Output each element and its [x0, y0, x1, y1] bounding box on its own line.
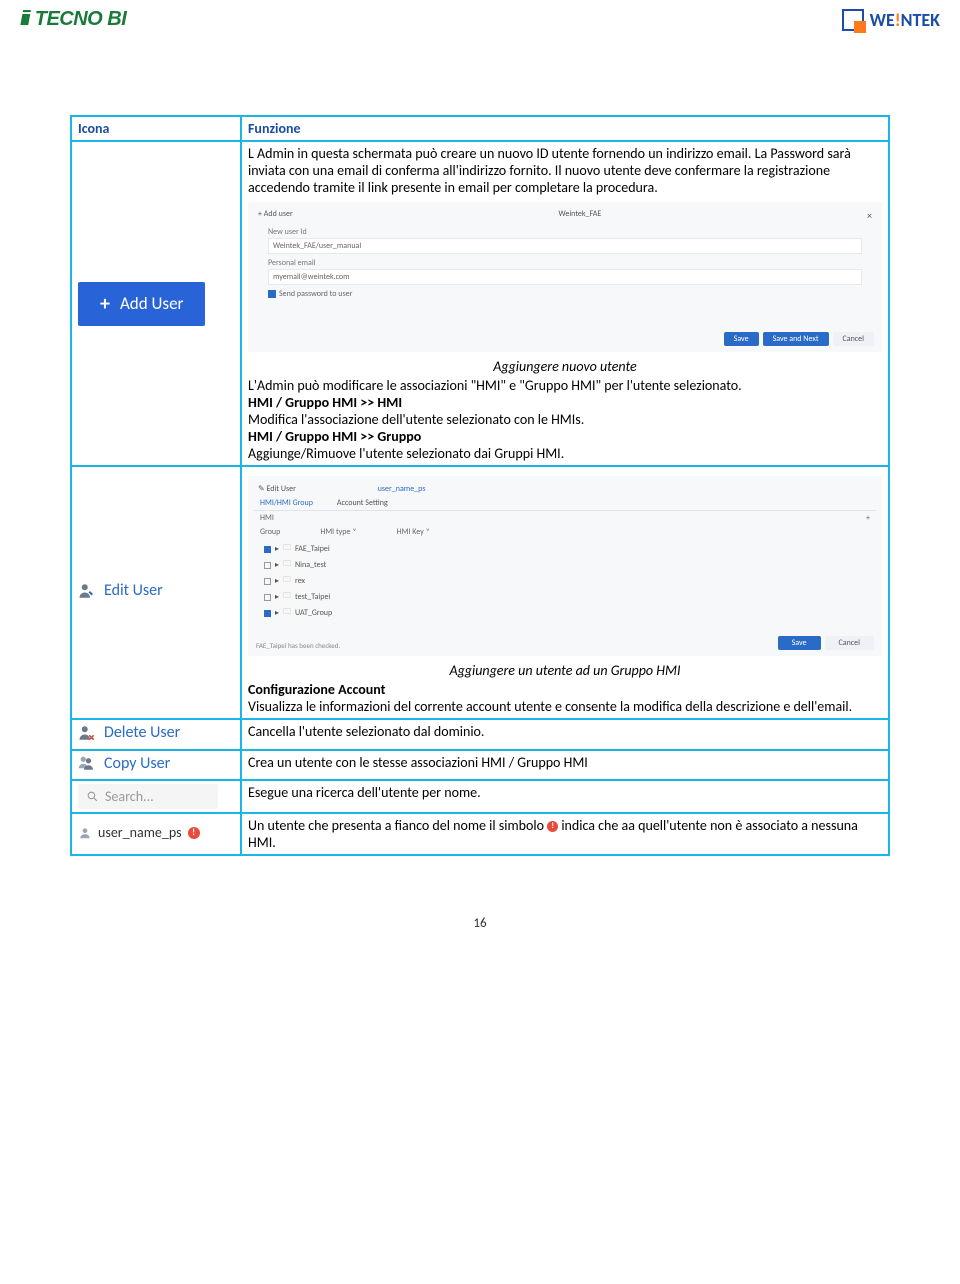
col-group: Group	[260, 527, 280, 537]
table-row: Edit User ✎ Edit User user_name_ps HMI/H…	[71, 466, 889, 719]
page-number: 16	[0, 896, 960, 941]
edit-desc-line2: Modifica l'associazione dell'utente sele…	[248, 411, 882, 428]
table-row: Delete User Cancella l'utente selezionat…	[71, 719, 889, 750]
delete-user-label: Delete User	[104, 723, 180, 742]
page-header: iii TECNO BI WE!NTEK	[0, 0, 960, 35]
func-cell-search: Esegue una ricerca dell'utente per nome.	[241, 780, 889, 813]
warning-icon-inline: !	[547, 821, 558, 832]
copy-user-label: Copy User	[104, 754, 170, 773]
list-item[interactable]: ▸🗀UAT_Group	[264, 605, 866, 621]
edit-desc-h2: HMI / Gruppo HMI >> Gruppo	[248, 428, 882, 445]
section-hmi: HMI	[260, 513, 274, 523]
close-icon[interactable]: ×	[867, 209, 872, 222]
add-hmi-icon[interactable]: +	[866, 513, 870, 523]
search-icon	[86, 790, 99, 803]
dialog-edit-username: user_name_ps	[378, 484, 426, 494]
list-item[interactable]: ▸🗀FAE_Taipei	[264, 541, 866, 557]
edit-user-dialog-preview: ✎ Edit User user_name_ps HMI/HMI Group A…	[248, 476, 882, 656]
weintek-square-icon	[842, 9, 864, 31]
icon-cell-delete-user: Delete User	[71, 719, 241, 750]
func-cell-delete: Cancella l'utente selezionato dal domini…	[241, 719, 889, 750]
user-edit-icon	[78, 582, 96, 600]
edit-desc-h1: HMI / Gruppo HMI >> HMI	[248, 394, 882, 411]
logo-tecnobi: iii TECNO BI	[20, 8, 126, 31]
label-email: Personal email	[268, 258, 876, 268]
list-item[interactable]: ▸🗀rex	[264, 573, 866, 589]
user-entry-warning[interactable]: user_name_ps !	[78, 824, 200, 841]
icon-cell-add-user: + Add User	[71, 141, 241, 466]
save-button[interactable]: Save	[778, 636, 821, 650]
icon-cell-copy-user: Copy User	[71, 750, 241, 781]
copy-user-button[interactable]: Copy User	[78, 754, 170, 773]
dialog-title: + Add user	[258, 209, 293, 222]
add-user-button[interactable]: + Add User	[78, 282, 205, 326]
list-item[interactable]: ▸🗀Nina_test	[264, 557, 866, 573]
search-input[interactable]: Search...	[78, 784, 218, 809]
header-funzione: Funzione	[241, 116, 889, 141]
save-next-button[interactable]: Save and Next	[763, 332, 829, 346]
user-delete-icon	[78, 724, 96, 742]
list-item[interactable]: ▸🗀test_Taipei	[264, 589, 866, 605]
table-row: Search... Esegue una ricerca dell'utente…	[71, 780, 889, 813]
edit-desc-line3: Aggiunge/Rimuove l'utente selezionato da…	[248, 445, 882, 462]
input-email[interactable]: myemail@weintek.com	[268, 269, 862, 285]
edit-user-label: Edit User	[104, 581, 163, 600]
status-text: FAE_Taipei has been checked.	[256, 641, 340, 650]
user-copy-icon	[78, 754, 96, 772]
checkbox-icon	[268, 290, 276, 298]
user-name: user_name_ps	[98, 824, 182, 841]
cancel-button[interactable]: Cancel	[833, 332, 875, 346]
warning-icon: !	[188, 827, 200, 839]
icon-cell-search: Search...	[71, 780, 241, 813]
func-cell-user-warn: Un utente che presenta a fianco del nome…	[241, 813, 889, 855]
header-icona: Icona	[71, 116, 241, 141]
dialog-context: Weintek_FAE	[559, 209, 602, 222]
edit-user-button[interactable]: Edit User	[78, 581, 163, 600]
account-config-head: Configurazione Account	[248, 681, 882, 698]
checkbox-send-password[interactable]: Send password to user	[268, 289, 862, 299]
group-list: ▸🗀FAE_Taipei ▸🗀Nina_test ▸🗀rex ▸🗀test_Ta…	[254, 539, 876, 623]
cancel-button[interactable]: Cancel	[825, 636, 875, 650]
add-user-dialog-preview: + Add user Weintek_FAE × New user Id Wei…	[248, 202, 882, 352]
edit-desc-line1: L'Admin può modificare le associazioni "…	[248, 377, 882, 394]
icon-cell-user-warn: user_name_ps !	[71, 813, 241, 855]
input-new-user[interactable]: Weintek_FAE/user_manual	[268, 238, 862, 254]
func-cell-edit-user: ✎ Edit User user_name_ps HMI/HMI Group A…	[241, 466, 889, 719]
table-header-row: Icona Funzione	[71, 116, 889, 141]
tab-hmi-group[interactable]: HMI/HMI Group	[260, 498, 313, 508]
icon-cell-edit-user: Edit User	[71, 466, 241, 719]
function-table: Icona Funzione + Add User L Admin in que…	[70, 115, 890, 856]
func-cell-add-user: L Admin in questa schermata può creare u…	[241, 141, 889, 466]
col-hmi-type[interactable]: HMI type ˅	[320, 527, 356, 537]
account-config-desc: Visualizza le informazioni del corrente …	[248, 698, 882, 715]
func-cell-copy: Crea un utente con le stesse associazion…	[241, 750, 889, 781]
search-placeholder: Search...	[105, 788, 154, 805]
table-row: user_name_ps ! Un utente che presenta a …	[71, 813, 889, 855]
table-row: + Add User L Admin in questa schermata p…	[71, 141, 889, 466]
plus-icon: +	[100, 292, 110, 316]
add-user-label: Add User	[120, 293, 183, 314]
delete-user-button[interactable]: Delete User	[78, 723, 180, 742]
col-hmi-key[interactable]: HMI Key ˅	[397, 527, 430, 537]
caption-edit-user: Aggiungere un utente ad un Gruppo HMI	[248, 662, 882, 679]
caption-add-user: Aggiungere nuovo utente	[248, 358, 882, 375]
table-row: Copy User Crea un utente con le stesse a…	[71, 750, 889, 781]
user-icon	[78, 826, 92, 840]
add-user-desc: L Admin in questa schermata può creare u…	[248, 145, 882, 196]
save-button[interactable]: Save	[724, 332, 759, 346]
dialog-edit-title: ✎ Edit User	[258, 484, 296, 494]
tab-account-setting[interactable]: Account Setting	[337, 498, 388, 508]
label-new-user: New user Id	[268, 227, 876, 237]
logo-weintek: WE!NTEK	[842, 9, 940, 31]
page-content: Icona Funzione + Add User L Admin in que…	[0, 35, 960, 896]
